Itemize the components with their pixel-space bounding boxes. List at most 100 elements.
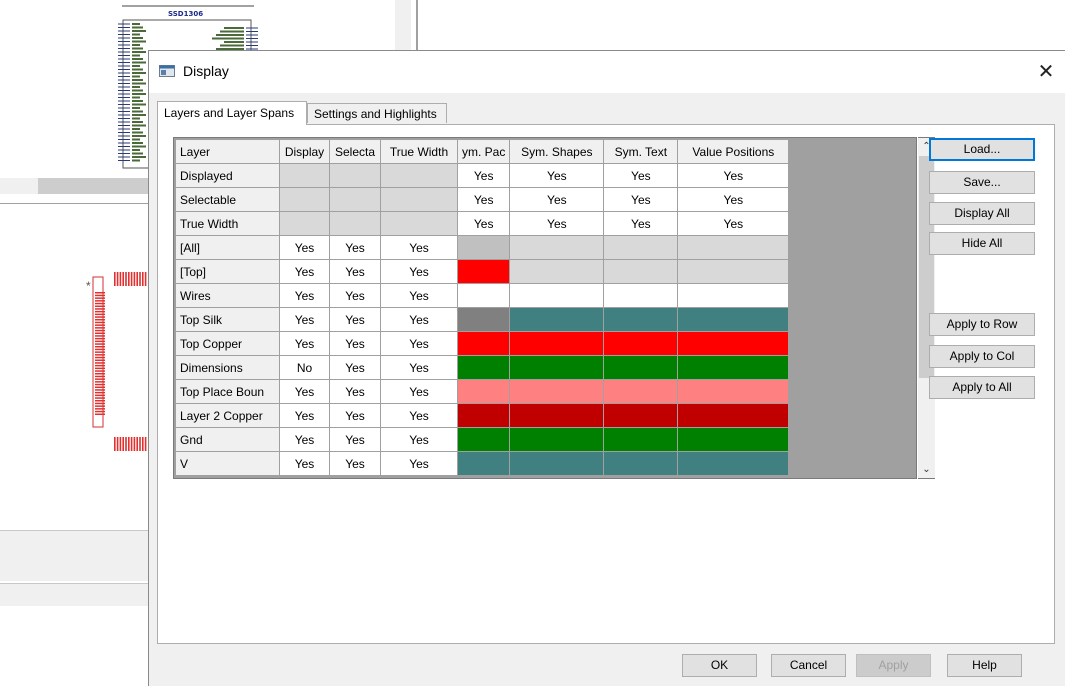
grid-cell[interactable]: Yes	[329, 403, 381, 428]
grid-cell[interactable]: Yes	[509, 163, 605, 188]
color-swatch-cell[interactable]	[456, 331, 511, 356]
grid-cell[interactable]: Yes	[677, 211, 790, 236]
color-cell[interactable]	[509, 451, 605, 476]
color-swatch-cell[interactable]	[456, 427, 511, 452]
column-header[interactable]: Layer	[175, 139, 280, 164]
layer-grid[interactable]: Layer Display Selecta True Width ym. Pac Sym.…	[173, 137, 917, 479]
color-cell[interactable]	[677, 355, 790, 380]
color-cell[interactable]	[603, 235, 679, 260]
grid-cell[interactable]: Yes	[329, 451, 381, 476]
color-swatch-cell[interactable]	[456, 355, 511, 380]
board-scrollbar[interactable]	[0, 530, 148, 554]
row-header[interactable]: [Top]	[175, 259, 280, 284]
row-header[interactable]: Layer 2 Copper	[175, 403, 280, 428]
color-swatch-cell[interactable]	[456, 379, 511, 404]
hide-all-button[interactable]: Hide All	[929, 232, 1035, 255]
grid-cell[interactable]: Yes	[279, 307, 330, 332]
row-header[interactable]: Selectable	[175, 187, 280, 212]
grid-cell[interactable]: Yes	[279, 427, 330, 452]
color-cell[interactable]	[509, 403, 605, 428]
column-header[interactable]: True Width	[380, 139, 458, 164]
color-cell[interactable]	[677, 379, 790, 404]
row-header[interactable]: V	[175, 451, 280, 476]
grid-cell[interactable]: Yes	[380, 331, 458, 356]
grid-cell[interactable]	[329, 187, 381, 212]
color-cell[interactable]	[603, 379, 679, 404]
color-cell[interactable]	[509, 427, 605, 452]
grid-cell[interactable]: Yes	[279, 379, 330, 404]
color-cell[interactable]	[603, 283, 679, 308]
color-cell[interactable]	[677, 235, 790, 260]
column-header[interactable]: Display	[279, 139, 330, 164]
grid-cell[interactable]: Yes	[380, 403, 458, 428]
grid-cell[interactable]: Yes	[380, 307, 458, 332]
tab-settings-and-highlights[interactable]: Settings and Highlights	[307, 103, 447, 123]
grid-cell[interactable]: Yes	[509, 211, 605, 236]
row-header[interactable]: Top Copper	[175, 331, 280, 356]
color-cell[interactable]	[603, 451, 679, 476]
color-cell[interactable]	[509, 259, 605, 284]
grid-cell[interactable]: Yes	[329, 331, 381, 356]
grid-cell[interactable]	[380, 187, 458, 212]
color-cell[interactable]	[603, 259, 679, 284]
color-swatch-cell[interactable]	[456, 235, 511, 260]
dialog-titlebar[interactable]: Display ✕	[149, 51, 1065, 93]
color-cell[interactable]	[677, 427, 790, 452]
apply-button[interactable]: Apply	[856, 654, 931, 677]
grid-cell[interactable]: Yes	[456, 187, 511, 212]
tab-layers-and-spans[interactable]: Layers and Layer Spans	[157, 101, 307, 125]
column-header[interactable]: Selecta	[329, 139, 381, 164]
grid-cell[interactable]: Yes	[329, 235, 381, 260]
grid-cell[interactable]	[279, 187, 330, 212]
grid-cell[interactable]	[380, 211, 458, 236]
grid-cell[interactable]: Yes	[456, 211, 511, 236]
color-cell[interactable]	[677, 403, 790, 428]
grid-cell[interactable]: Yes	[279, 283, 330, 308]
grid-cell[interactable]: Yes	[677, 187, 790, 212]
grid-cell[interactable]: Yes	[329, 283, 381, 308]
color-cell[interactable]	[603, 403, 679, 428]
grid-cell[interactable]: Yes	[380, 427, 458, 452]
grid-cell[interactable]: Yes	[509, 187, 605, 212]
grid-cell[interactable]: Yes	[279, 451, 330, 476]
grid-cell[interactable]	[329, 211, 381, 236]
load-button[interactable]: Load...	[929, 138, 1035, 161]
row-header[interactable]: Wires	[175, 283, 280, 308]
color-cell[interactable]	[677, 331, 790, 356]
color-cell[interactable]	[509, 379, 605, 404]
color-cell[interactable]	[509, 235, 605, 260]
color-cell[interactable]	[603, 307, 679, 332]
chevron-down-icon[interactable]: ⌄	[918, 461, 935, 478]
grid-cell[interactable]: Yes	[380, 235, 458, 260]
grid-cell[interactable]: No	[279, 355, 330, 380]
color-cell[interactable]	[603, 355, 679, 380]
grid-cell[interactable]	[380, 163, 458, 188]
column-header[interactable]: ym. Pac	[456, 139, 511, 164]
color-cell[interactable]	[677, 451, 790, 476]
grid-cell[interactable]: Yes	[380, 355, 458, 380]
color-swatch-cell[interactable]	[456, 451, 511, 476]
apply-to-row-button[interactable]: Apply to Row	[929, 313, 1035, 336]
color-cell[interactable]	[603, 331, 679, 356]
grid-cell[interactable]: Yes	[329, 427, 381, 452]
grid-cell[interactable]: Yes	[603, 163, 679, 188]
color-cell[interactable]	[509, 331, 605, 356]
color-cell[interactable]	[509, 307, 605, 332]
help-button[interactable]: Help	[947, 654, 1022, 677]
column-header[interactable]: Sym. Shapes	[509, 139, 605, 164]
grid-cell[interactable]: Yes	[380, 451, 458, 476]
row-header[interactable]: Gnd	[175, 427, 280, 452]
grid-cell[interactable]: Yes	[380, 379, 458, 404]
grid-cell[interactable]: Yes	[329, 379, 381, 404]
grid-cell[interactable]: Yes	[329, 307, 381, 332]
grid-cell[interactable]: Yes	[279, 259, 330, 284]
grid-cell[interactable]	[279, 163, 330, 188]
grid-cell[interactable]: Yes	[380, 259, 458, 284]
grid-cell[interactable]: Yes	[456, 163, 511, 188]
row-header[interactable]: Displayed	[175, 163, 280, 188]
display-all-button[interactable]: Display All	[929, 202, 1035, 225]
color-swatch-cell[interactable]	[456, 283, 511, 308]
color-cell[interactable]	[509, 283, 605, 308]
grid-cell[interactable]: Yes	[603, 187, 679, 212]
column-header[interactable]: Value Positions	[677, 139, 790, 164]
